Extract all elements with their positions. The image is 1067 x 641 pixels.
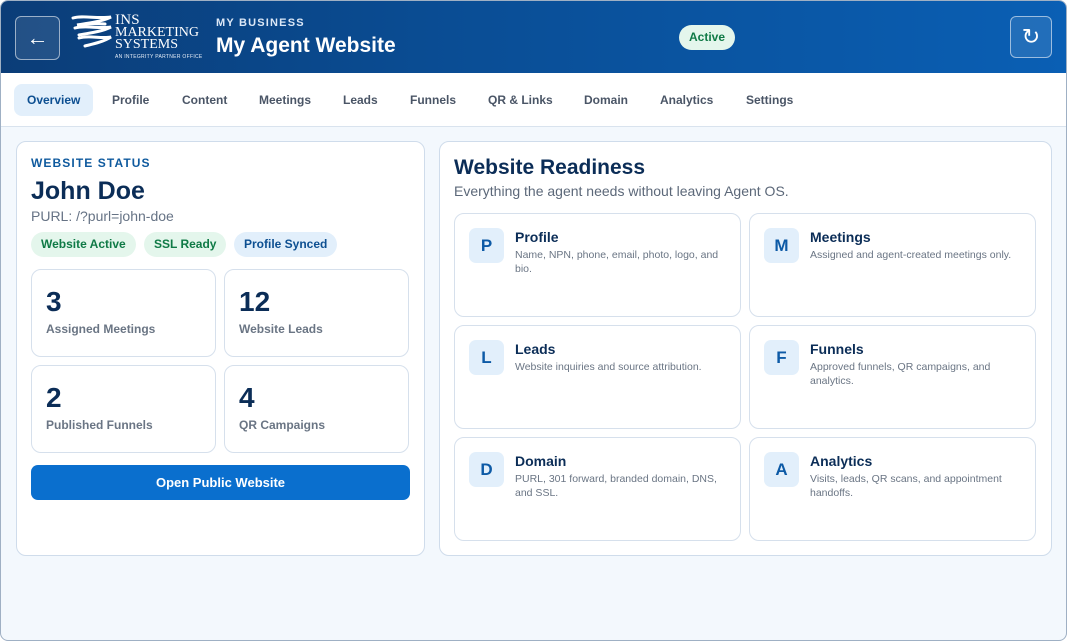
tab-analytics[interactable]: Analytics [647, 84, 726, 116]
tab-funnels[interactable]: Funnels [397, 84, 469, 116]
page-title: My Agent Website [216, 34, 396, 57]
stat-value: 12 [239, 286, 271, 317]
readiness-item-title: Funnels [810, 341, 864, 357]
agent-name: John Doe [31, 177, 145, 205]
website-status-card: WEBSITE STATUS John Doe PURL: /?purl=joh… [16, 141, 425, 556]
readiness-item-desc: Name, NPN, phone, email, photo, logo, an… [515, 249, 719, 275]
readiness-item-domain[interactable]: D Domain PURL, 301 forward, branded doma… [454, 437, 741, 541]
readiness-item-title: Meetings [810, 229, 871, 245]
back-button[interactable]: ← [15, 16, 60, 60]
stat-value: 3 [46, 286, 62, 317]
stat-label: Website Leads [239, 322, 323, 336]
profile-letter-icon: P [469, 228, 504, 263]
agent-purl: PURL: /?purl=john-doe [31, 208, 174, 224]
tab-profile[interactable]: Profile [99, 84, 162, 116]
funnels-letter-icon: F [764, 340, 799, 375]
status-badge: Active [679, 25, 736, 50]
tab-qr-links[interactable]: QR & Links [475, 84, 566, 116]
website-readiness-card: Website Readiness Everything the agent n… [439, 141, 1052, 556]
stat-label: QR Campaigns [239, 418, 326, 432]
stat-label: Published Funnels [46, 418, 153, 432]
readiness-item-desc: Assigned and agent-created meetings only… [810, 249, 1012, 261]
stat-label: Assigned Meetings [46, 322, 156, 336]
stat-qr-campaigns: 4 QR Campaigns [224, 365, 409, 453]
readiness-item-desc: Visits, leads, QR scans, and appointment… [810, 473, 1002, 499]
readiness-title: Website Readiness [454, 156, 646, 179]
stat-website-leads: 12 Website Leads [224, 269, 409, 357]
readiness-item-desc: Website inquiries and source attribution… [515, 361, 702, 373]
domain-letter-icon: D [469, 452, 504, 487]
readiness-item-funnels[interactable]: F Funnels Approved funnels, QR campaigns… [749, 325, 1036, 429]
refresh-icon: ↻ [1021, 24, 1041, 49]
ins-logo: INS MARKETING SYSTEMS AN INTEGRITY PARTN… [71, 13, 207, 63]
refresh-button[interactable]: ↻ [1010, 16, 1052, 58]
readiness-item-title: Leads [515, 341, 556, 357]
section-eyebrow: MY BUSINESS [216, 17, 305, 29]
analytics-letter-icon: A [764, 452, 799, 487]
readiness-item-desc: Approved funnels, QR campaigns, and anal… [810, 361, 991, 387]
readiness-item-title: Domain [515, 453, 567, 469]
leads-letter-icon: L [469, 340, 504, 375]
open-public-website-button[interactable]: Open Public Website [31, 465, 410, 500]
tab-meetings[interactable]: Meetings [246, 84, 324, 116]
meetings-letter-icon: M [764, 228, 799, 263]
ssl-ready-badge: SSL Ready [144, 232, 227, 257]
tab-bar: Overview Profile Content Meetings Leads … [1, 73, 1066, 127]
stat-assigned-meetings: 3 Assigned Meetings [31, 269, 216, 357]
stat-published-funnels: 2 Published Funnels [31, 365, 216, 453]
tab-overview[interactable]: Overview [14, 84, 94, 116]
logo-tagline: AN INTEGRITY PARTNER OFFICE [115, 54, 203, 60]
app-window: ← INS MARKETING SYSTEMS AN INTEGRITY PAR… [0, 0, 1067, 641]
readiness-item-meetings[interactable]: M Meetings Assigned and agent-created me… [749, 213, 1036, 317]
tab-settings[interactable]: Settings [733, 84, 806, 116]
logo-line-3: SYSTEMS [115, 37, 179, 52]
readiness-item-profile[interactable]: P Profile Name, NPN, phone, email, photo… [454, 213, 741, 317]
app-header: ← INS MARKETING SYSTEMS AN INTEGRITY PAR… [1, 1, 1066, 73]
tab-domain[interactable]: Domain [571, 84, 641, 116]
readiness-item-title: Analytics [810, 453, 873, 469]
back-arrow-icon: ← [26, 25, 49, 50]
readiness-item-desc: PURL, 301 forward, branded domain, DNS, … [515, 473, 717, 499]
readiness-subtitle: Everything the agent needs without leavi… [454, 183, 789, 199]
readiness-item-analytics[interactable]: A Analytics Visits, leads, QR scans, and… [749, 437, 1036, 541]
profile-synced-badge: Profile Synced [234, 232, 338, 257]
readiness-item-leads[interactable]: L Leads Website inquiries and source att… [454, 325, 741, 429]
tab-content[interactable]: Content [169, 84, 240, 116]
readiness-item-title: Profile [515, 229, 559, 245]
wave-logo-icon [71, 15, 112, 48]
stat-value: 2 [46, 382, 62, 413]
website-status-label: WEBSITE STATUS [31, 156, 151, 170]
stat-value: 4 [239, 382, 255, 413]
website-active-badge: Website Active [31, 232, 136, 257]
tab-leads[interactable]: Leads [330, 84, 391, 116]
